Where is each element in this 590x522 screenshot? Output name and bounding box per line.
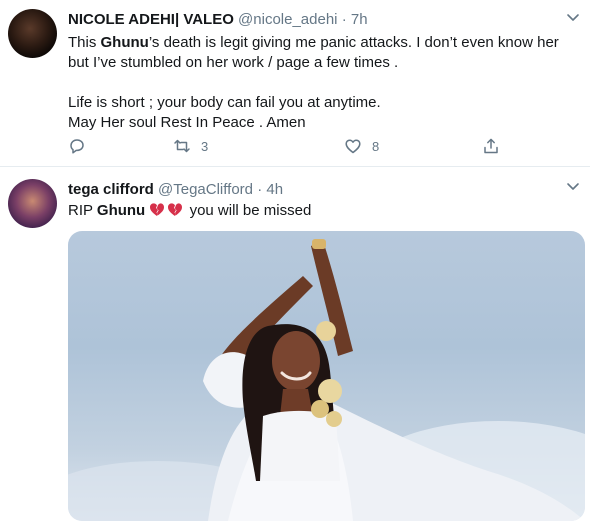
share-icon — [484, 138, 498, 154]
broken-heart-icon — [150, 203, 165, 216]
retweet-count: 3 — [201, 138, 209, 154]
photo-illustration — [68, 239, 585, 521]
tweet-text: This Ghunu’s death is legit giving me pa… — [68, 33, 578, 133]
text-line: but I’ve stumbled on her work / page a f… — [68, 54, 399, 71]
reply-button[interactable] — [68, 137, 86, 155]
tweet-header: NICOLE ADEHI| VALEO @nicole_adehi · 7h — [68, 11, 368, 28]
text-segment: RIP — [68, 202, 97, 219]
text-bold: Ghunu — [96, 202, 146, 219]
text-segment: ’s death is legit giving me panic attack… — [148, 34, 559, 51]
like-icon — [345, 139, 361, 154]
tweet-text: RIP Ghunu you will be missed — [68, 201, 578, 221]
chevron-down-icon[interactable] — [566, 10, 580, 24]
retweet-icon — [174, 139, 190, 153]
chevron-down-icon[interactable] — [566, 179, 580, 193]
avatar[interactable] — [8, 9, 57, 58]
text-segment: you will be missed — [185, 202, 312, 219]
tweet-header: tega clifford @TegaClifford · 4h — [68, 181, 283, 198]
reply-icon — [70, 139, 84, 154]
timestamp[interactable]: · 4h — [257, 181, 283, 198]
broken-heart-icon — [168, 203, 183, 216]
text-bold: Ghunu — [100, 34, 149, 51]
share-button[interactable] — [482, 137, 500, 155]
display-name[interactable]: tega clifford — [68, 181, 154, 198]
like-button[interactable]: 8 — [344, 137, 379, 155]
retweet-button[interactable]: 3 — [173, 137, 208, 155]
text-line: Life is short ; your body can fail you a… — [68, 94, 381, 111]
tweet-photo[interactable] — [68, 231, 585, 521]
like-count: 8 — [372, 138, 380, 154]
tweet-actions: 3 8 — [68, 137, 508, 159]
text-segment: This — [68, 34, 101, 51]
timestamp[interactable]: · 7h — [342, 11, 368, 28]
tweet[interactable]: tega clifford @TegaClifford · 4h RIP Ghu… — [0, 167, 590, 522]
avatar[interactable] — [8, 179, 57, 228]
text-line: May Her soul Rest In Peace . Amen — [68, 114, 306, 131]
handle[interactable]: @nicole_adehi — [238, 11, 337, 28]
tweet[interactable]: NICOLE ADEHI| VALEO @nicole_adehi · 7h T… — [0, 0, 590, 167]
handle[interactable]: @TegaClifford — [158, 181, 253, 198]
display-name[interactable]: NICOLE ADEHI| VALEO — [68, 11, 234, 28]
